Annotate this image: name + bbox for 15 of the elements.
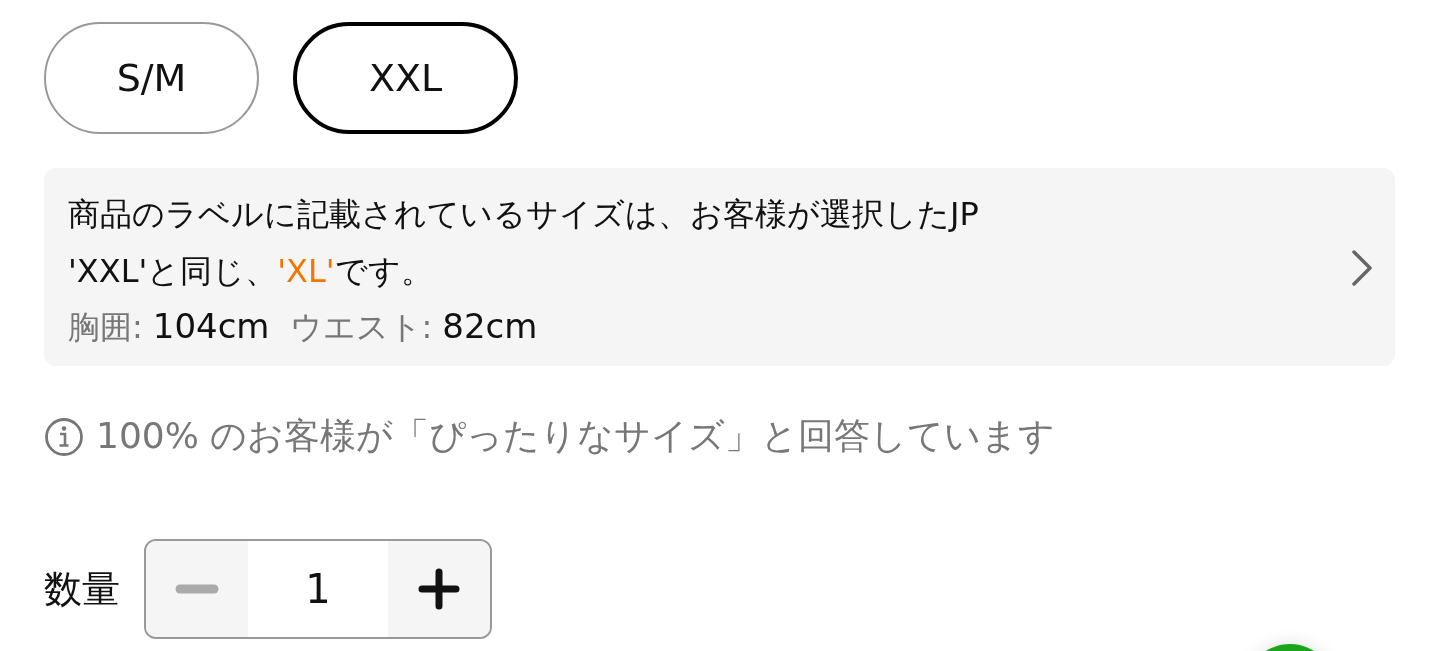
measurement-value: 82cm (442, 306, 538, 346)
measurement-value: 104cm (152, 306, 270, 346)
chevron-right-icon (1351, 249, 1373, 287)
size-option[interactable]: XXL (293, 22, 518, 134)
size-option[interactable]: S/M (44, 22, 259, 134)
plus-button[interactable] (388, 541, 490, 637)
fit-info-text: 100% のお客様が「ぴったりなサイズ」と回答しています (96, 414, 1056, 458)
measurement-label: ウエスト: (289, 307, 433, 348)
minus-icon (175, 584, 219, 594)
size-note-card[interactable]: 商品のラベルに記載されているサイズは、お客様が選択したJP 'XXL'と同じ、'XL'です。 胸囲: 104cm ウエスト: 82cm (44, 168, 1395, 366)
size-note-text: 商品のラベルに記載されているサイズは、お客様が選択したJP 'XXL'と同じ、'XL'です。 (68, 194, 980, 292)
quantity-label: 数量 (44, 565, 120, 613)
info-icon (44, 416, 84, 457)
plus-icon (417, 567, 461, 611)
measurement-label: 胸囲: (68, 307, 143, 348)
